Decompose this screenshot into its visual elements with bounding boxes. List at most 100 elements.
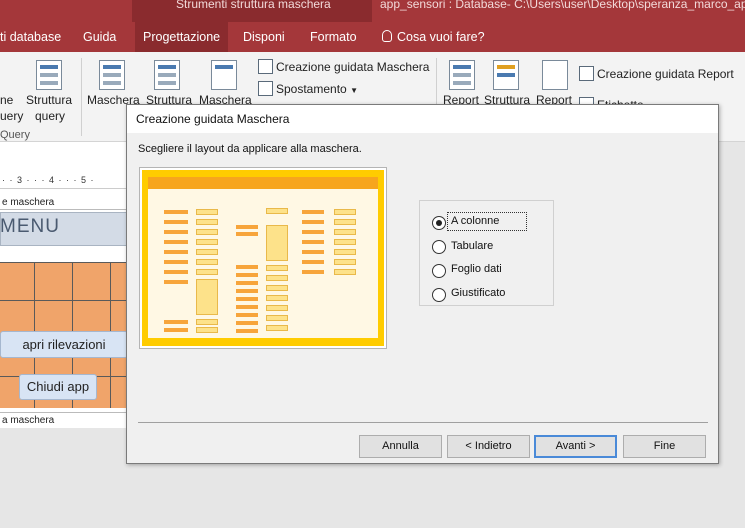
creazione-guidata-maschera-button[interactable]: Creazione guidata Maschera xyxy=(276,60,429,74)
ribbon-partial-label-1: ne xyxy=(0,93,14,107)
apri-rilevazioni-button[interactable]: apri rilevazioni xyxy=(0,331,128,358)
preview-field-box xyxy=(196,259,218,265)
option-label-tabulare[interactable]: Tabulare xyxy=(451,240,493,252)
form-icon xyxy=(99,60,125,90)
tell-me-search[interactable]: Cosa vuoi fare? xyxy=(382,22,485,52)
avanti-button[interactable]: Avanti > xyxy=(534,435,617,458)
preview-field-box xyxy=(266,285,288,291)
preview-frame xyxy=(142,170,384,346)
annulla-button[interactable]: Annulla xyxy=(359,435,442,458)
preview-field-box xyxy=(196,319,218,325)
preview-field-label xyxy=(236,321,258,325)
form-footer-section-bar[interactable]: a maschera xyxy=(0,412,132,428)
preview-field-box xyxy=(266,275,288,281)
preview-field-box xyxy=(334,249,356,255)
preview-field-label xyxy=(236,329,258,333)
preview-field-box xyxy=(196,219,218,225)
preview-field-box xyxy=(196,209,218,215)
preview-field-label xyxy=(164,250,188,254)
blank-report-icon xyxy=(542,60,568,90)
fine-button[interactable]: Fine xyxy=(623,435,706,458)
preview-background xyxy=(148,178,378,338)
preview-field-box xyxy=(266,315,288,321)
preview-field-box xyxy=(334,269,356,275)
preview-field-label xyxy=(236,297,258,301)
option-label-a-colonne[interactable]: A colonne xyxy=(451,215,499,227)
preview-field-label xyxy=(236,289,258,293)
horizontal-ruler: · · 3 · · · 4 · · · 5 · xyxy=(0,172,132,189)
preview-field-label xyxy=(164,320,188,324)
preview-field-label xyxy=(236,281,258,285)
dialog-title: Creazione guidata Maschera xyxy=(127,105,718,133)
tell-me-label: Cosa vuoi fare? xyxy=(397,30,485,44)
preview-field-box xyxy=(196,249,218,255)
preview-field-box xyxy=(266,295,288,301)
chiudi-app-button[interactable]: Chiudi app xyxy=(19,374,97,400)
layout-preview xyxy=(139,167,387,349)
preview-field-label xyxy=(236,265,258,269)
option-label-foglio-dati[interactable]: Foglio dati xyxy=(451,263,502,275)
lightbulb-icon xyxy=(382,30,392,42)
preview-header-bar xyxy=(148,177,378,189)
preview-field-label xyxy=(164,260,188,264)
preview-field-label xyxy=(236,305,258,309)
report-wizard-icon xyxy=(579,66,594,81)
creazione-guidata-report-button[interactable]: Creazione guidata Report xyxy=(597,67,734,81)
preview-field-label xyxy=(164,220,188,224)
preview-field-label xyxy=(164,280,188,284)
preview-field-box xyxy=(334,229,356,235)
preview-field-box xyxy=(266,208,288,214)
context-tab-title: Strumenti struttura maschera xyxy=(176,0,331,11)
preview-field-box xyxy=(266,325,288,331)
preview-field-label xyxy=(164,210,188,214)
preview-field-box xyxy=(196,269,218,275)
preview-memo-box xyxy=(196,279,218,315)
form-wizard-dialog: Creazione guidata Maschera Scegliere il … xyxy=(126,104,719,464)
preview-field-label xyxy=(302,260,324,264)
chevron-down-icon: ▼ xyxy=(350,86,358,95)
dialog-instruction: Scegliere il layout da applicare alla ma… xyxy=(138,143,362,155)
preview-field-box xyxy=(196,327,218,333)
preview-field-label xyxy=(302,220,324,224)
preview-field-box xyxy=(334,219,356,225)
preview-field-label xyxy=(164,230,188,234)
struttura-query-label-2: query xyxy=(35,109,66,123)
group-label-query: Query xyxy=(0,129,30,141)
report-design-icon xyxy=(493,60,519,90)
tab-guida[interactable]: Guida xyxy=(83,22,116,52)
indietro-button[interactable]: < Indietro xyxy=(447,435,530,458)
form-header-section-bar[interactable]: e maschera xyxy=(0,196,132,210)
preview-field-box xyxy=(196,239,218,245)
preview-field-label xyxy=(164,270,188,274)
preview-field-box xyxy=(334,239,356,245)
navigation-icon xyxy=(258,81,273,96)
dialog-divider xyxy=(138,422,708,423)
preview-field-box xyxy=(334,209,356,215)
tab-database-tools[interactable]: ti database xyxy=(0,22,61,52)
ribbon-partial-label-2: uery xyxy=(0,109,24,123)
tab-formato[interactable]: Formato xyxy=(310,22,357,52)
window-title: app_sensori : Database- C:\Users\user\De… xyxy=(380,0,745,11)
form-wizard-icon xyxy=(258,59,273,74)
preview-memo-box xyxy=(266,225,288,261)
preview-field-box xyxy=(266,305,288,311)
preview-field-label xyxy=(302,240,324,244)
spostamento-dropdown[interactable]: Spostamento ▼ xyxy=(276,82,358,96)
preview-field-label xyxy=(302,250,324,254)
tab-disponi[interactable]: Disponi xyxy=(243,22,285,52)
preview-field-label xyxy=(236,313,258,317)
preview-field-label xyxy=(164,240,188,244)
struttura-query-button[interactable]: Struttura xyxy=(26,93,72,107)
radio-tabulare[interactable] xyxy=(432,240,446,254)
option-label-giustificato[interactable]: Giustificato xyxy=(451,287,505,299)
preview-field-box xyxy=(334,259,356,265)
query-design-icon xyxy=(36,60,62,90)
tab-progettazione[interactable]: Progettazione xyxy=(135,22,229,52)
radio-giustificato[interactable] xyxy=(432,288,446,302)
radio-foglio-dati[interactable] xyxy=(432,264,446,278)
preview-field-label xyxy=(236,225,258,229)
report-icon xyxy=(449,60,475,90)
preview-field-label xyxy=(236,273,258,277)
radio-a-colonne[interactable] xyxy=(432,216,446,230)
menu-label: MENU xyxy=(0,216,60,237)
